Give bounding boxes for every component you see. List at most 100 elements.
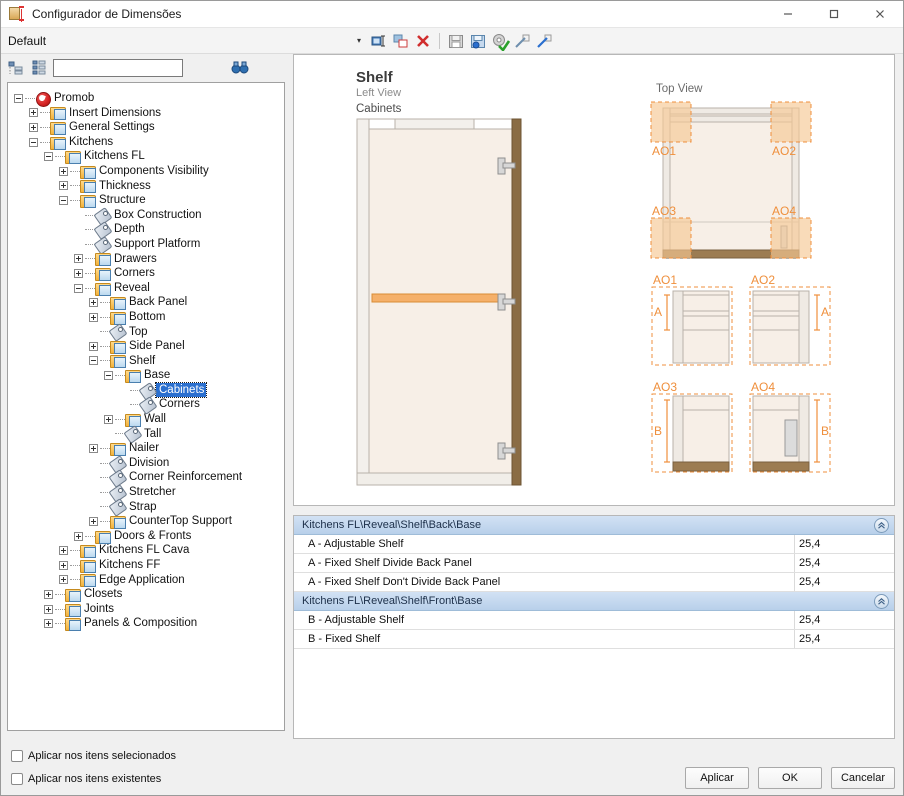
property-value[interactable]: 25,4 [794, 573, 894, 591]
apply-existing-checkbox[interactable] [11, 773, 23, 785]
expand-icon[interactable] [104, 415, 113, 424]
tree-item-countertop-support[interactable]: CounterTop Support [14, 514, 282, 529]
cancel-button[interactable]: Cancelar [831, 767, 895, 789]
tree-item-top[interactable]: Top [14, 325, 282, 340]
property-group-header[interactable]: Kitchens FL\Reveal\Shelf\Back\Base [294, 516, 894, 535]
expand-icon[interactable] [89, 342, 98, 351]
rename-icon[interactable] [369, 31, 389, 51]
tree-item-tall[interactable]: Tall [14, 427, 282, 442]
tree-item-nailer[interactable]: Nailer [14, 441, 282, 456]
property-row[interactable]: A - Fixed Shelf Divide Back Panel25,4 [294, 554, 894, 573]
tree-item-corners[interactable]: Corners [14, 397, 282, 412]
save-as-icon[interactable] [468, 31, 488, 51]
tree-item-components-visibility[interactable]: Components Visibility [14, 164, 282, 179]
property-value[interactable]: 25,4 [794, 630, 894, 648]
tree-item-corner-reinforcement[interactable]: Corner Reinforcement [14, 470, 282, 485]
close-icon[interactable] [857, 1, 903, 28]
minimize-icon[interactable] [765, 1, 811, 28]
apply-selected-row[interactable]: Aplicar nos itens selecionados [11, 747, 685, 765]
tree-item-joints[interactable]: Joints [14, 602, 282, 617]
tree-item-wall[interactable]: Wall [14, 412, 282, 427]
chevron-double-up-icon[interactable] [874, 594, 889, 609]
configuration-tree[interactable]: PromobInsert DimensionsGeneral SettingsK… [7, 82, 285, 731]
expand-icon[interactable] [59, 546, 68, 555]
tree-item-kitchens-fl-cava[interactable]: Kitchens FL Cava [14, 543, 282, 558]
tree-item-bottom[interactable]: Bottom [14, 310, 282, 325]
collapse-icon[interactable] [14, 94, 23, 103]
property-value[interactable]: 25,4 [794, 554, 894, 572]
tree-item-back-panel[interactable]: Back Panel [14, 295, 282, 310]
tree-item-depth[interactable]: Depth [14, 222, 282, 237]
tree-item-structure[interactable]: Structure [14, 193, 282, 208]
tree-item-general-settings[interactable]: General Settings [14, 120, 282, 135]
delete-icon[interactable] [413, 31, 433, 51]
maximize-icon[interactable] [811, 1, 857, 28]
expand-icon[interactable] [89, 313, 98, 322]
expand-icon[interactable] [74, 532, 83, 541]
apply-settings-icon[interactable] [490, 31, 510, 51]
tree-item-insert-dimensions[interactable]: Insert Dimensions [14, 106, 282, 121]
tree-item-side-panel[interactable]: Side Panel [14, 339, 282, 354]
tree-item-shelf[interactable]: Shelf [14, 354, 282, 369]
tree-item-doors-fronts[interactable]: Doors & Fronts [14, 529, 282, 544]
tree-item-thickness[interactable]: Thickness [14, 179, 282, 194]
property-value[interactable]: 25,4 [794, 535, 894, 553]
tree-item-edge-application[interactable]: Edge Application [14, 573, 282, 588]
tree-item-stretcher[interactable]: Stretcher [14, 485, 282, 500]
tree-item-reveal[interactable]: Reveal [14, 281, 282, 296]
expand-icon[interactable] [59, 181, 68, 190]
expand-icon[interactable] [89, 298, 98, 307]
tree-item-kitchens[interactable]: Kitchens [14, 135, 282, 150]
tree-item-promob[interactable]: Promob [14, 91, 282, 106]
property-value[interactable]: 25,4 [794, 611, 894, 629]
find-icon[interactable] [228, 58, 252, 78]
property-row[interactable]: A - Fixed Shelf Don't Divide Back Panel2… [294, 573, 894, 592]
ok-button[interactable]: OK [758, 767, 822, 789]
save-icon[interactable] [446, 31, 466, 51]
expand-all-icon[interactable] [30, 59, 48, 77]
import-icon[interactable] [512, 31, 532, 51]
property-row[interactable]: B - Fixed Shelf25,4 [294, 630, 894, 649]
tree-item-support-platform[interactable]: Support Platform [14, 237, 282, 252]
duplicate-icon[interactable] [391, 31, 411, 51]
expand-icon[interactable] [44, 590, 53, 599]
tree-item-corners[interactable]: Corners [14, 266, 282, 281]
expand-icon[interactable] [74, 254, 83, 263]
expand-icon[interactable] [29, 108, 38, 117]
search-input[interactable] [53, 59, 183, 77]
tree-item-drawers[interactable]: Drawers [14, 252, 282, 267]
properties-grid[interactable]: Kitchens FL\Reveal\Shelf\Back\BaseA - Ad… [293, 515, 895, 739]
apply-selected-checkbox[interactable] [11, 750, 23, 762]
collapse-icon[interactable] [104, 371, 113, 380]
tree-item-closets[interactable]: Closets [14, 587, 282, 602]
expand-icon[interactable] [44, 605, 53, 614]
expand-icon[interactable] [74, 269, 83, 278]
tree-item-kitchens-ff[interactable]: Kitchens FF [14, 558, 282, 573]
collapse-icon[interactable] [44, 152, 53, 161]
expand-icon[interactable] [44, 619, 53, 628]
collapse-icon[interactable] [29, 138, 38, 147]
chevron-down-icon[interactable]: ▾ [350, 36, 368, 45]
tree-item-division[interactable]: Division [14, 456, 282, 471]
property-group-header[interactable]: Kitchens FL\Reveal\Shelf\Front\Base [294, 592, 894, 611]
tree-item-cabinets[interactable]: Cabinets [14, 383, 282, 398]
tree-item-kitchens-fl[interactable]: Kitchens FL [14, 149, 282, 164]
collapse-icon[interactable] [74, 284, 83, 293]
collapse-icon[interactable] [59, 196, 68, 205]
property-row[interactable]: B - Adjustable Shelf25,4 [294, 611, 894, 630]
expand-icon[interactable] [29, 123, 38, 132]
apply-button[interactable]: Aplicar [685, 767, 749, 789]
collapse-icon[interactable] [89, 356, 98, 365]
tree-item-strap[interactable]: Strap [14, 500, 282, 515]
chevron-double-up-icon[interactable] [874, 518, 889, 533]
tree-item-panels-composition[interactable]: Panels & Composition [14, 616, 282, 631]
export-icon[interactable] [534, 31, 554, 51]
expand-icon[interactable] [59, 575, 68, 584]
expand-icon[interactable] [89, 444, 98, 453]
expand-icon[interactable] [59, 561, 68, 570]
property-row[interactable]: A - Adjustable Shelf25,4 [294, 535, 894, 554]
tree-item-box-construction[interactable]: Box Construction [14, 208, 282, 223]
collapse-all-icon[interactable] [7, 59, 25, 77]
expand-icon[interactable] [89, 517, 98, 526]
apply-existing-row[interactable]: Aplicar nos itens existentes [11, 770, 685, 788]
